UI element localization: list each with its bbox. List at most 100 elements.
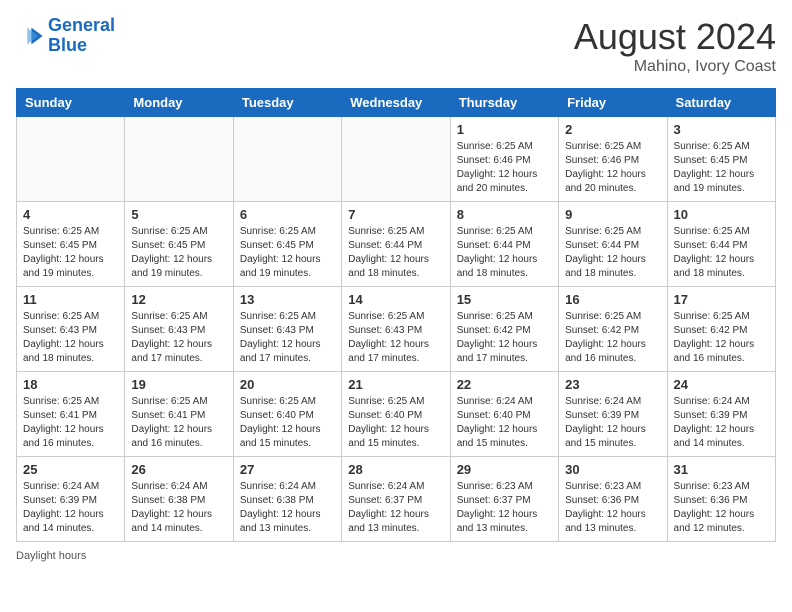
day-info: Sunrise: 6:25 AM Sunset: 6:45 PM Dayligh… [240,225,335,281]
day-info: Sunrise: 6:25 AM Sunset: 6:44 PM Dayligh… [348,225,443,281]
day-number: 29 [457,462,552,477]
day-number: 25 [23,462,118,477]
day-number: 23 [565,377,660,392]
day-number: 4 [23,207,118,222]
day-info: Sunrise: 6:25 AM Sunset: 6:46 PM Dayligh… [565,140,660,196]
calendar-day-cell: 20 Sunrise: 6:25 AM Sunset: 6:40 PM Dayli… [233,372,341,457]
day-info: Sunrise: 6:24 AM Sunset: 6:39 PM Dayligh… [674,395,769,451]
calendar-day-header: Wednesday [342,89,450,117]
day-number: 30 [565,462,660,477]
title-area: August 2024 Mahino, Ivory Coast [574,16,776,76]
day-number: 24 [674,377,769,392]
calendar-day-header: Tuesday [233,89,341,117]
day-number: 26 [131,462,226,477]
day-number: 16 [565,292,660,307]
calendar-day-cell: 4 Sunrise: 6:25 AM Sunset: 6:45 PM Daylig… [17,202,125,287]
day-number: 2 [565,122,660,137]
page-header: General Blue August 2024 Mahino, Ivory C… [16,16,776,76]
footer-note: Daylight hours [16,550,776,562]
day-info: Sunrise: 6:25 AM Sunset: 6:45 PM Dayligh… [131,225,226,281]
calendar-day-cell: 12 Sunrise: 6:25 AM Sunset: 6:43 PM Dayli… [125,287,233,372]
daylight-label: Daylight hours [16,550,86,562]
calendar-day-header: Friday [559,89,667,117]
day-number: 11 [23,292,118,307]
calendar-day-cell: 3Sunrise: 6:25 AM Sunset: 6:45 PM Daylig… [667,117,775,202]
day-number: 22 [457,377,552,392]
calendar-day-cell: 11 Sunrise: 6:25 AM Sunset: 6:43 PM Dayli… [17,287,125,372]
calendar-day-cell: 7 Sunrise: 6:25 AM Sunset: 6:44 PM Daylig… [342,202,450,287]
calendar-day-cell: 17 Sunrise: 6:25 AM Sunset: 6:42 PM Dayli… [667,287,775,372]
day-info: Sunrise: 6:25 AM Sunset: 6:40 PM Dayligh… [240,395,335,451]
day-info: Sunrise: 6:25 AM Sunset: 6:43 PM Dayligh… [240,310,335,366]
day-info: Sunrise: 6:24 AM Sunset: 6:38 PM Dayligh… [240,480,335,536]
calendar-day-cell [17,117,125,202]
calendar-day-cell: 24 Sunrise: 6:24 AM Sunset: 6:39 PM Dayli… [667,372,775,457]
calendar-day-header: Thursday [450,89,558,117]
day-number: 17 [674,292,769,307]
calendar-day-cell: 18Sunrise: 6:25 AM Sunset: 6:41 PM Dayli… [17,372,125,457]
day-number: 13 [240,292,335,307]
day-number: 8 [457,207,552,222]
calendar-day-cell: 26 Sunrise: 6:24 AM Sunset: 6:38 PM Dayli… [125,457,233,542]
day-info: Sunrise: 6:24 AM Sunset: 6:38 PM Dayligh… [131,480,226,536]
day-number: 27 [240,462,335,477]
calendar-day-cell: 28Sunrise: 6:24 AM Sunset: 6:37 PM Dayli… [342,457,450,542]
calendar-week-row: 1Sunrise: 6:25 AM Sunset: 6:46 PM Daylig… [17,117,776,202]
day-number: 9 [565,207,660,222]
logo: General Blue [16,16,115,56]
day-info: Sunrise: 6:25 AM Sunset: 6:41 PM Dayligh… [131,395,226,451]
day-info: Sunrise: 6:25 AM Sunset: 6:44 PM Dayligh… [674,225,769,281]
calendar-day-header: Monday [125,89,233,117]
calendar-week-row: 25 Sunrise: 6:24 AM Sunset: 6:39 PM Dayli… [17,457,776,542]
location-title: Mahino, Ivory Coast [574,58,776,76]
day-info: Sunrise: 6:25 AM Sunset: 6:43 PM Dayligh… [131,310,226,366]
day-number: 31 [674,462,769,477]
day-info: Sunrise: 6:25 AM Sunset: 6:44 PM Dayligh… [565,225,660,281]
day-number: 10 [674,207,769,222]
calendar-day-cell: 10 Sunrise: 6:25 AM Sunset: 6:44 PM Dayli… [667,202,775,287]
calendar-header-row: SundayMondayTuesdayWednesdayThursdayFrid… [17,89,776,117]
day-info: Sunrise: 6:23 AM Sunset: 6:36 PM Dayligh… [565,480,660,536]
day-info: Sunrise: 6:25 AM Sunset: 6:43 PM Dayligh… [348,310,443,366]
day-info: Sunrise: 6:24 AM Sunset: 6:40 PM Dayligh… [457,395,552,451]
month-title: August 2024 [574,16,776,58]
calendar-day-cell [342,117,450,202]
day-number: 21 [348,377,443,392]
day-info: Sunrise: 6:24 AM Sunset: 6:39 PM Dayligh… [565,395,660,451]
logo-text: General Blue [48,16,115,56]
calendar-day-header: Sunday [17,89,125,117]
day-number: 6 [240,207,335,222]
calendar-day-cell: 15 Sunrise: 6:25 AM Sunset: 6:42 PM Dayli… [450,287,558,372]
calendar-day-cell: 27 Sunrise: 6:24 AM Sunset: 6:38 PM Dayli… [233,457,341,542]
day-info: Sunrise: 6:25 AM Sunset: 6:44 PM Dayligh… [457,225,552,281]
day-number: 19 [131,377,226,392]
calendar-day-cell: 22 Sunrise: 6:24 AM Sunset: 6:40 PM Dayli… [450,372,558,457]
day-info: Sunrise: 6:25 AM Sunset: 6:45 PM Dayligh… [674,140,769,196]
day-number: 20 [240,377,335,392]
calendar-day-cell: 29Sunrise: 6:23 AM Sunset: 6:37 PM Dayli… [450,457,558,542]
day-info: Sunrise: 6:23 AM Sunset: 6:36 PM Dayligh… [674,480,769,536]
calendar-day-cell: 14 Sunrise: 6:25 AM Sunset: 6:43 PM Dayli… [342,287,450,372]
day-info: Sunrise: 6:25 AM Sunset: 6:43 PM Dayligh… [23,310,118,366]
day-number: 12 [131,292,226,307]
day-info: Sunrise: 6:24 AM Sunset: 6:37 PM Dayligh… [348,480,443,536]
day-number: 15 [457,292,552,307]
day-info: Sunrise: 6:25 AM Sunset: 6:42 PM Dayligh… [674,310,769,366]
day-info: Sunrise: 6:24 AM Sunset: 6:39 PM Dayligh… [23,480,118,536]
day-info: Sunrise: 6:25 AM Sunset: 6:42 PM Dayligh… [457,310,552,366]
calendar-day-cell: 21 Sunrise: 6:25 AM Sunset: 6:40 PM Dayli… [342,372,450,457]
calendar-day-cell [125,117,233,202]
calendar-day-cell: 31 Sunrise: 6:23 AM Sunset: 6:36 PM Dayli… [667,457,775,542]
day-number: 7 [348,207,443,222]
day-info: Sunrise: 6:25 AM Sunset: 6:45 PM Dayligh… [23,225,118,281]
logo-icon [16,22,44,50]
day-info: Sunrise: 6:25 AM Sunset: 6:41 PM Dayligh… [23,395,118,451]
day-info: Sunrise: 6:25 AM Sunset: 6:40 PM Dayligh… [348,395,443,451]
day-number: 14 [348,292,443,307]
day-number: 5 [131,207,226,222]
day-info: Sunrise: 6:25 AM Sunset: 6:46 PM Dayligh… [457,140,552,196]
calendar-day-cell: 6 Sunrise: 6:25 AM Sunset: 6:45 PM Daylig… [233,202,341,287]
calendar-week-row: 18Sunrise: 6:25 AM Sunset: 6:41 PM Dayli… [17,372,776,457]
calendar-day-header: Saturday [667,89,775,117]
calendar-day-cell: 16Sunrise: 6:25 AM Sunset: 6:42 PM Dayli… [559,287,667,372]
